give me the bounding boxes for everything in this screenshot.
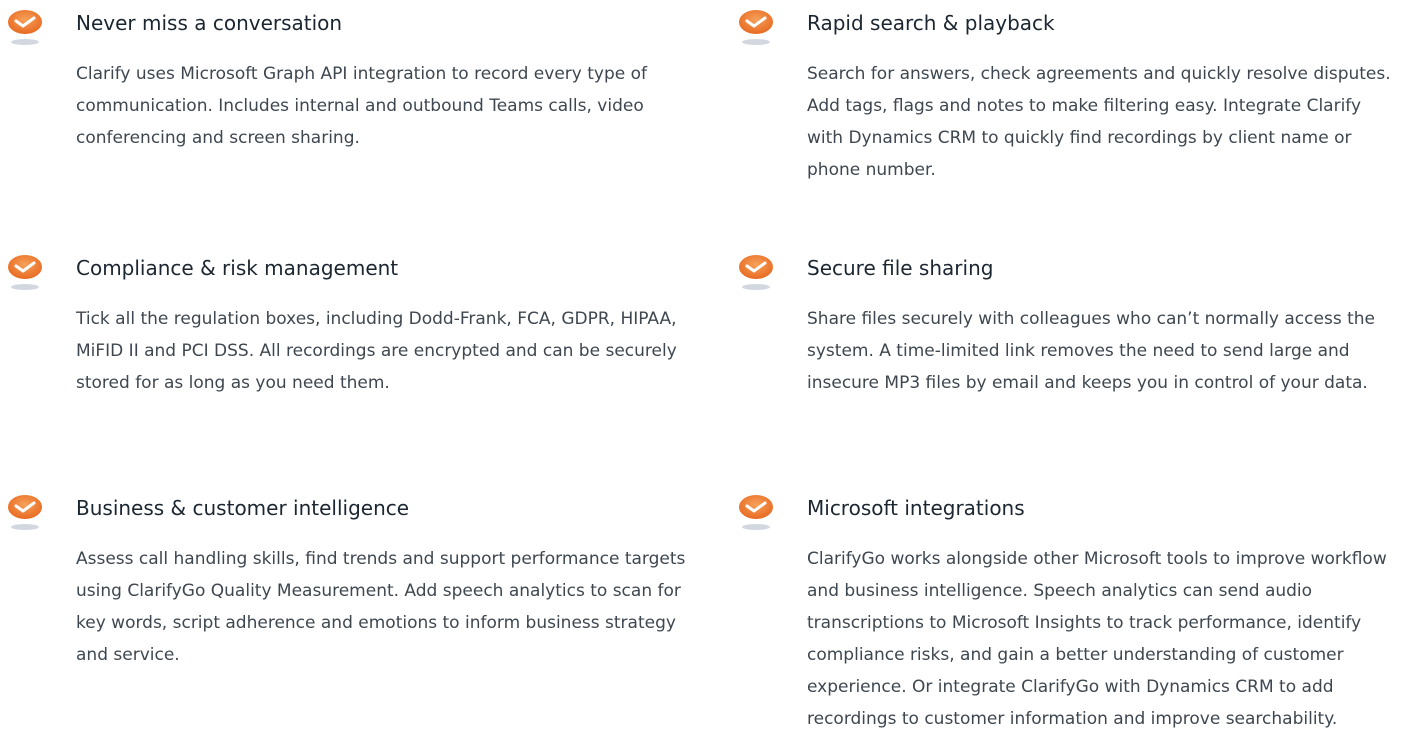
- check-badge-icon: [3, 9, 49, 61]
- feature-title: Never miss a conversation: [76, 11, 343, 35]
- feature-title: Rapid search & playback: [807, 11, 1055, 35]
- feature-description: Assess call handling skills, find trends…: [76, 549, 686, 665]
- feature-description: ClarifyGo works alongside other Microsof…: [807, 549, 1387, 729]
- check-badge-icon: [3, 494, 49, 546]
- check-badge-icon: [3, 254, 49, 306]
- check-badge-icon: [734, 9, 780, 61]
- feature-description: Share files securely with colleagues who…: [807, 309, 1375, 393]
- check-badge-icon: [734, 494, 780, 546]
- check-badge-icon: [734, 254, 780, 306]
- feature-title: Compliance & risk management: [76, 256, 399, 280]
- features-grid: Never miss a conversation Clarify uses M…: [0, 0, 1425, 749]
- feature-title: Microsoft integrations: [807, 496, 1025, 520]
- feature-description: Tick all the regulation boxes, including…: [76, 309, 677, 393]
- feature-description: Search for answers, check agreements and…: [807, 64, 1391, 180]
- feature-description: Clarify uses Microsoft Graph API integra…: [76, 64, 648, 148]
- feature-title: Secure file sharing: [807, 256, 994, 280]
- feature-title: Business & customer intelligence: [76, 496, 410, 520]
